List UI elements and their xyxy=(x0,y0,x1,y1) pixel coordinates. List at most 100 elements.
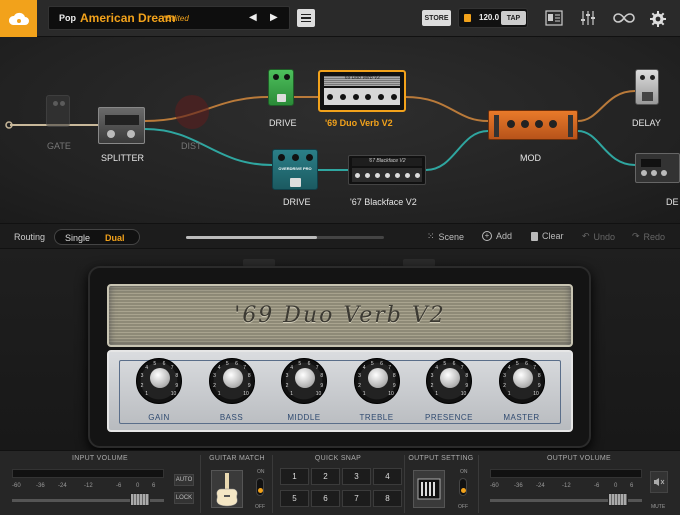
quick-snap-3[interactable]: 3 xyxy=(342,468,371,485)
knob-label: PRESENCE xyxy=(424,413,473,422)
tap-button[interactable]: TAP xyxy=(501,11,526,25)
meter-scale-value: -36 xyxy=(514,483,523,489)
input-volume-fader[interactable] xyxy=(130,493,150,506)
routing-dual-option[interactable]: Dual xyxy=(105,233,125,243)
dist-pedal[interactable] xyxy=(175,95,209,129)
divider xyxy=(478,455,479,513)
store-button[interactable]: STORE xyxy=(422,10,451,26)
scene-button[interactable]: ⁙ Scene xyxy=(427,231,464,242)
gate-label: GATE xyxy=(47,141,71,151)
knob-scale-number: 8 xyxy=(175,373,179,380)
preset-selector[interactable]: Pop American Dream *Edited ◀ ▶ xyxy=(48,6,290,30)
knob-scale-number: 9 xyxy=(465,382,469,389)
delay-pedal[interactable] xyxy=(635,69,659,105)
drive-pedal-top[interactable] xyxy=(268,69,294,106)
amp-bottom-unit[interactable]: '67 Blackface V2 xyxy=(348,155,426,185)
quick-snap-5[interactable]: 5 xyxy=(280,490,309,507)
splitter-unit[interactable] xyxy=(98,107,145,144)
quick-snap-1[interactable]: 1 xyxy=(280,468,309,485)
knob-cap xyxy=(367,368,388,388)
redo-button[interactable]: ↷ Redo xyxy=(632,231,665,242)
knob-scale-number: 9 xyxy=(247,382,251,389)
gate-pedal[interactable] xyxy=(46,95,70,127)
speaker-mute-icon xyxy=(654,478,665,486)
knob-scale-number: 10 xyxy=(460,390,467,397)
output-setting-icon xyxy=(417,478,441,500)
preset-list-button[interactable] xyxy=(297,9,315,27)
quick-snap-7[interactable]: 7 xyxy=(342,490,371,507)
knob-scale-number: 4 xyxy=(145,365,149,372)
knob-dial[interactable]: 1 2 3 4 5 6 7 8 9 10 xyxy=(281,358,327,404)
knob-gain[interactable]: 1 2 3 4 5 6 7 8 9 10 GAIN xyxy=(129,355,189,429)
knob-scale-number: 9 xyxy=(320,382,324,389)
routing-label: Routing xyxy=(14,232,46,242)
knob-middle[interactable]: 1 2 3 4 5 6 7 8 9 10 MIDDLE xyxy=(274,355,334,429)
auto-button[interactable]: AUTO xyxy=(174,474,194,486)
cloud-logo-icon[interactable] xyxy=(0,0,37,37)
knob-treble[interactable]: 1 2 3 4 5 6 7 8 9 10 TREBLE xyxy=(347,355,407,429)
divider xyxy=(404,455,405,513)
knob-dial[interactable]: 1 2 3 4 5 6 7 8 9 10 xyxy=(136,358,182,404)
mute-label: MUTE xyxy=(651,504,666,510)
meter-scale-value: 6 xyxy=(152,483,156,489)
mute-button[interactable] xyxy=(650,471,668,493)
knob-scale-number: 3 xyxy=(430,373,434,380)
previous-preset-button[interactable]: ◀ xyxy=(249,12,257,23)
knob-scale-number: 5 xyxy=(225,360,229,367)
knob-dial[interactable]: 1 2 3 4 5 6 7 8 9 10 xyxy=(426,358,472,404)
knob-scale-number: 2 xyxy=(503,382,506,389)
quick-snap-2[interactable]: 2 xyxy=(311,468,340,485)
knob-scale-number: 6 xyxy=(307,360,311,367)
redo-icon: ↷ xyxy=(632,231,640,241)
knob-bass[interactable]: 1 2 3 4 5 6 7 8 9 10 BASS xyxy=(202,355,262,429)
knob-dial[interactable]: 1 2 3 4 5 6 7 8 9 10 xyxy=(208,358,255,404)
amp-name: '69 Duo Verb V2 xyxy=(234,303,446,328)
knob-master[interactable]: 1 2 3 4 5 6 7 8 9 10 MASTER xyxy=(492,355,552,429)
next-preset-button[interactable]: ▶ xyxy=(270,12,278,23)
undo-icon: ↶ xyxy=(582,231,590,241)
quick-snap-4[interactable]: 4 xyxy=(373,468,402,485)
knob-scale-number: 10 xyxy=(243,390,249,397)
tempo-value[interactable]: 120.0 xyxy=(479,13,499,22)
knob-label: GAIN xyxy=(148,413,170,422)
output-setting-button[interactable] xyxy=(413,470,445,508)
add-button[interactable]: + Add xyxy=(482,231,512,241)
drive-pedal-bottom[interactable]: OVERDRIVE PRO xyxy=(272,149,318,190)
meter-scale-value: -6 xyxy=(594,483,600,489)
output-setting-title: OUTPUT SETTING xyxy=(408,455,474,462)
divider xyxy=(200,455,201,513)
gear-icon[interactable] xyxy=(649,10,667,27)
knob-dial[interactable]: 1 2 3 4 5 6 7 8 9 10 xyxy=(353,358,400,404)
knob-scale-number: 2 xyxy=(430,382,434,389)
quick-snap-title: QUICK SNAP xyxy=(314,455,362,462)
undo-button[interactable]: ↶ Undo xyxy=(582,231,615,242)
routing-single-option[interactable]: Single xyxy=(65,233,90,243)
knob-scale-number: 10 xyxy=(170,390,177,397)
loop-icon[interactable] xyxy=(613,10,635,26)
knob-scale-number: 3 xyxy=(213,373,216,380)
rack-unit-right[interactable] xyxy=(635,153,680,183)
guitar-match-toggle[interactable] xyxy=(256,478,264,496)
knob-cap xyxy=(440,368,460,388)
knob-dial[interactable]: 1 2 3 4 5 6 7 8 9 10 xyxy=(498,358,545,404)
knob-presence[interactable]: 1 2 3 4 5 6 7 8 9 10 PRESENCE xyxy=(419,355,479,429)
guitar-icon xyxy=(216,473,238,507)
output-volume-fader[interactable] xyxy=(608,493,628,506)
quick-snap-6[interactable]: 6 xyxy=(311,490,340,507)
mod-unit[interactable] xyxy=(488,110,578,140)
quick-snap-8[interactable]: 8 xyxy=(373,490,402,507)
lock-button[interactable]: LOCK xyxy=(174,492,194,504)
add-icon: + xyxy=(482,231,492,241)
amp-top-unit[interactable]: '69 Duo Verb V2 xyxy=(318,70,406,112)
meter-scale-value: 0 xyxy=(136,483,140,489)
clear-label: Clear xyxy=(542,231,564,241)
knob-scale-number: 1 xyxy=(362,390,366,397)
guitar-match-button[interactable] xyxy=(211,470,243,508)
tuner-icon[interactable] xyxy=(545,10,563,26)
signal-chain: GATE SPLITTER DIST DRIVE '69 Duo Verb V2… xyxy=(0,37,680,223)
chain-scroll-slider[interactable] xyxy=(186,236,384,239)
clear-button[interactable]: Clear xyxy=(531,231,564,241)
mixer-icon[interactable] xyxy=(580,10,598,26)
tempo-lock-icon[interactable] xyxy=(464,14,471,22)
output-setting-toggle[interactable] xyxy=(459,478,467,496)
